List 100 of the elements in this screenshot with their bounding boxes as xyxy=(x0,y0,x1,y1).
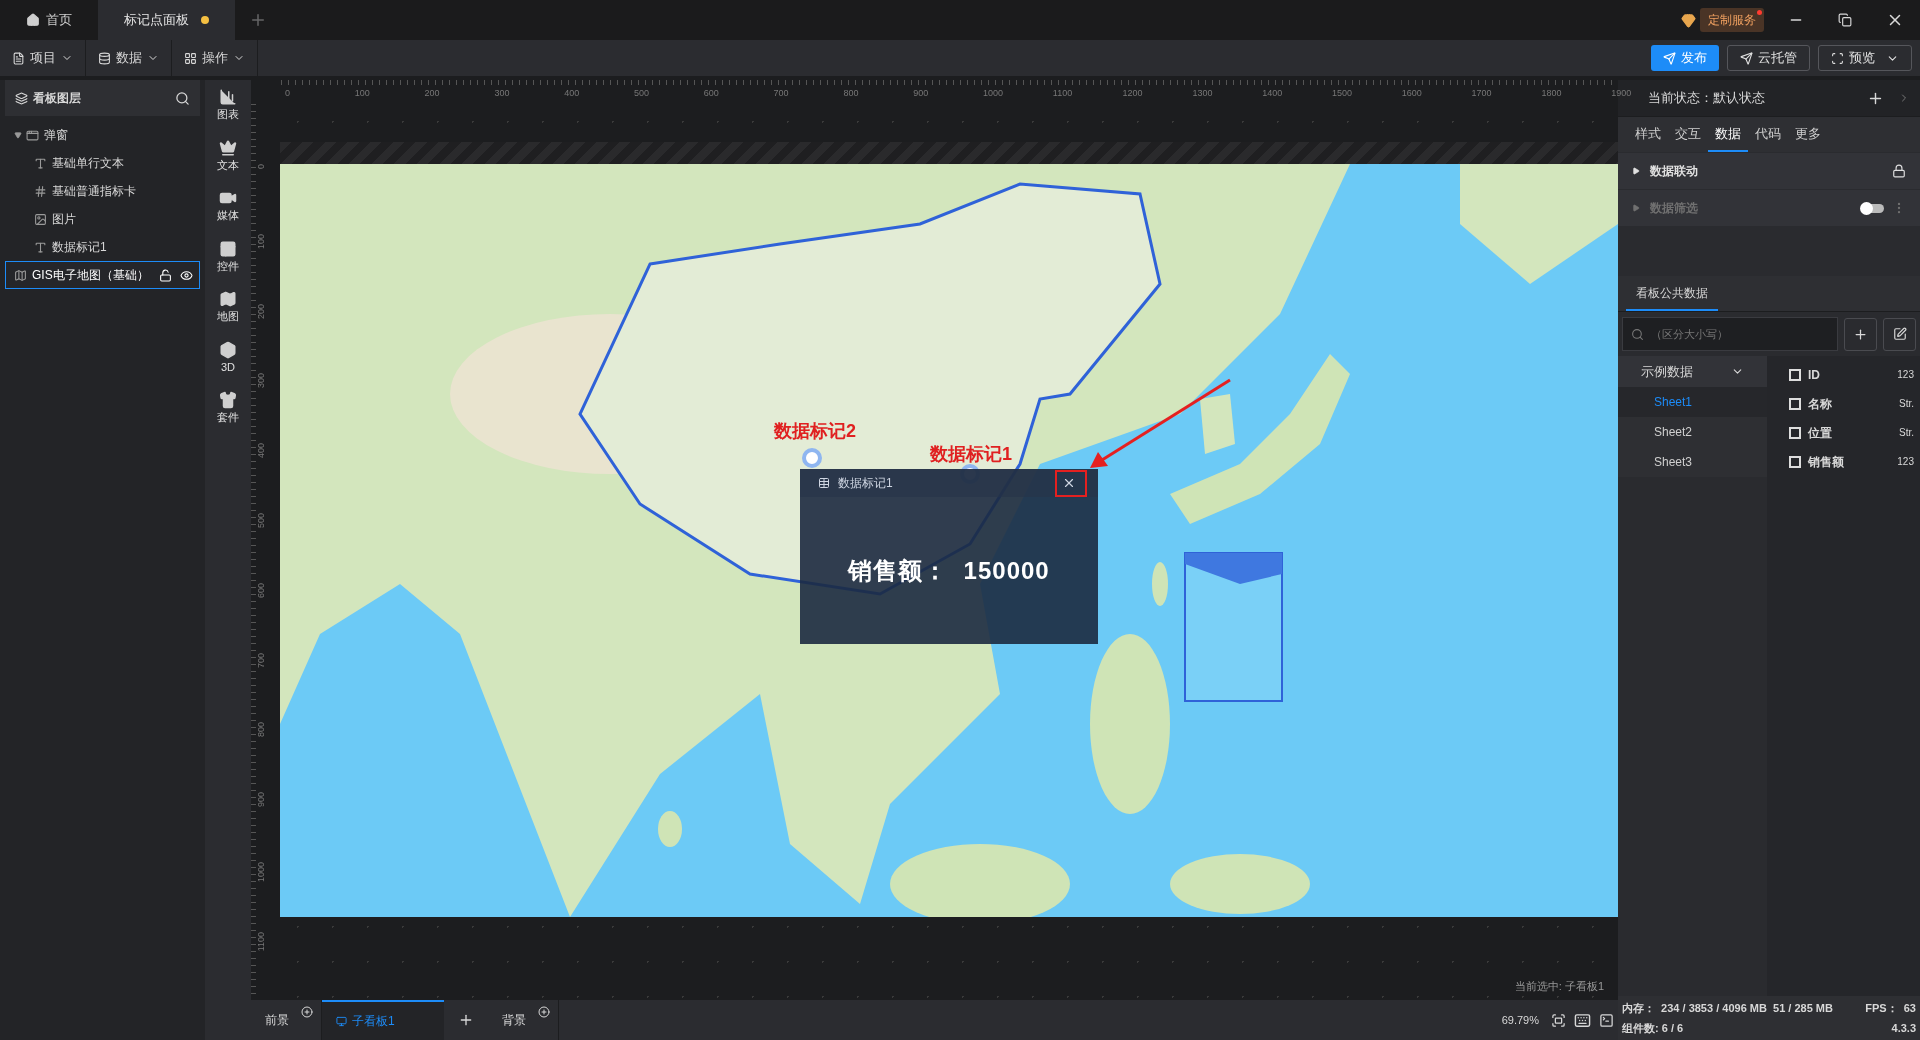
component-button[interactable]: 地图 xyxy=(217,290,239,325)
file-icon xyxy=(12,51,25,65)
sheet-item[interactable]: Sheet2 xyxy=(1618,417,1767,447)
layer-item[interactable]: 基础单行文本 xyxy=(5,149,200,177)
ruler-label: 400 xyxy=(255,443,267,459)
lock-icon[interactable] xyxy=(1892,164,1906,178)
ruler-label: 600 xyxy=(703,87,719,100)
caret-icon xyxy=(1632,167,1640,175)
sheet-item[interactable]: Sheet3 xyxy=(1618,447,1767,477)
map-icon xyxy=(219,290,237,308)
ruler-label: 900 xyxy=(913,87,929,100)
field-type: 123 xyxy=(1897,455,1914,469)
keyboard-icon[interactable] xyxy=(1574,1011,1591,1029)
caret-icon xyxy=(1632,204,1640,212)
component-button[interactable]: 控件 xyxy=(217,239,239,274)
add-icon[interactable] xyxy=(458,1012,474,1028)
eye-icon[interactable] xyxy=(180,268,193,282)
expanded-caret-icon[interactable] xyxy=(14,131,22,139)
component-button[interactable]: 3D xyxy=(219,340,237,375)
board-tab[interactable]: 背景 xyxy=(488,1000,559,1040)
menu-button[interactable]: 项目 xyxy=(0,40,86,76)
edit-button[interactable] xyxy=(1883,317,1916,351)
unlock-icon[interactable] xyxy=(159,268,172,282)
component-count: 组件数: 6 / 6 xyxy=(1622,1020,1684,1036)
component-button[interactable]: 套件 xyxy=(217,391,239,426)
board-tab[interactable]: 子看板1 xyxy=(322,1000,444,1040)
ruler-label: 600 xyxy=(255,582,267,598)
ruler-label: 800 xyxy=(843,87,859,100)
tab[interactable]: 样式 xyxy=(1628,117,1668,152)
checkbox[interactable] xyxy=(1789,426,1801,439)
window-icon xyxy=(26,128,39,142)
layer-item[interactable]: 基础普通指标卡 xyxy=(5,177,200,205)
diamond-icon xyxy=(1681,12,1696,28)
layer-item[interactable]: GIS电子地图（基础） xyxy=(5,261,200,289)
ruler-label: 700 xyxy=(255,652,267,668)
field-name: ID xyxy=(1808,366,1821,384)
field-type: Str. xyxy=(1899,397,1914,411)
send-icon xyxy=(1740,51,1753,65)
tab[interactable]: 代码 xyxy=(1748,117,1788,152)
layer-item[interactable]: 弹窗 xyxy=(5,121,200,149)
ruler-label: 200 xyxy=(424,87,440,100)
source-dropdown[interactable]: 示例数据 xyxy=(1618,356,1767,387)
database-icon xyxy=(98,51,111,65)
ruler-label: 1000 xyxy=(983,87,1004,100)
ruler-label: 300 xyxy=(255,373,267,389)
action-button[interactable]: 云托管 xyxy=(1727,45,1810,71)
ruler-label: 1200 xyxy=(1122,87,1143,100)
marker-label: 数据标记2 xyxy=(774,420,856,443)
layer-item[interactable]: 数据标记1 xyxy=(5,233,200,261)
tab[interactable]: 更多 xyxy=(1788,117,1828,152)
popup-title: 数据标记1 xyxy=(838,475,894,492)
custom-service-button[interactable]: 定制服务 xyxy=(1700,8,1764,32)
component-button[interactable]: 媒体 xyxy=(217,189,239,224)
search-icon[interactable] xyxy=(175,90,190,106)
ruler-label: 200 xyxy=(255,303,267,319)
ruler-label: 1500 xyxy=(1332,87,1353,100)
ruler-label: 400 xyxy=(564,87,580,100)
action-button[interactable]: 预览 xyxy=(1818,45,1912,71)
highlight-rectangle xyxy=(1055,470,1087,497)
cube-icon xyxy=(219,340,237,359)
search-icon xyxy=(1631,328,1644,341)
add-circle-icon[interactable] xyxy=(538,1006,550,1018)
restore-icon[interactable] xyxy=(1838,13,1852,27)
close-icon[interactable] xyxy=(1062,476,1076,490)
ruler-label: 1100 xyxy=(255,931,267,952)
tab[interactable]: 标记点面板 xyxy=(98,0,235,40)
ruler-label: 1300 xyxy=(1192,87,1213,100)
text-icon xyxy=(34,156,47,170)
memory-status: 内存： 234 / 3853 / 4096 MB 51 / 285 MB xyxy=(1622,1001,1833,1016)
plus-icon xyxy=(1853,326,1868,342)
search-field[interactable]: （区分大小写） xyxy=(1622,317,1838,351)
zoom-level: 69.79% xyxy=(1501,1012,1539,1028)
fullscreen-icon xyxy=(1831,51,1844,65)
section-header[interactable]: 数据联动 xyxy=(1618,153,1920,189)
image-icon xyxy=(34,212,47,226)
ruler-label: 1900 xyxy=(1611,87,1632,100)
component-button[interactable]: 文本 xyxy=(217,138,239,173)
shirt-icon xyxy=(219,391,237,409)
add-circle-icon[interactable] xyxy=(301,1006,313,1018)
fit-screen-icon[interactable] xyxy=(1551,1012,1566,1028)
terminal-icon[interactable] xyxy=(1599,1012,1614,1028)
ruler-label: 700 xyxy=(773,87,789,100)
checkbox[interactable] xyxy=(1789,397,1801,410)
field-type: 123 xyxy=(1897,368,1914,382)
crown-icon xyxy=(219,138,237,157)
checkbox[interactable] xyxy=(1789,368,1801,381)
menu-button[interactable]: 操作 xyxy=(172,40,258,76)
monitor-icon xyxy=(336,1015,347,1027)
map-icon xyxy=(14,268,27,282)
tab[interactable]: 交互 xyxy=(1668,117,1708,152)
ruler-label: 1800 xyxy=(1541,87,1562,100)
component-button[interactable]: 图表 xyxy=(217,88,239,123)
checkbox[interactable] xyxy=(1789,455,1801,468)
field-name: 销售额 xyxy=(1808,453,1845,471)
layer-item[interactable]: 图片 xyxy=(5,205,200,233)
sheet-item[interactable]: Sheet1 xyxy=(1618,387,1767,417)
menu-button[interactable]: 数据 xyxy=(86,40,172,76)
current-state: 当前状态：默认状态 xyxy=(1648,89,1766,108)
popup-value: 销售额： 150000 xyxy=(848,555,1050,586)
ruler-label: 0 xyxy=(255,164,267,169)
